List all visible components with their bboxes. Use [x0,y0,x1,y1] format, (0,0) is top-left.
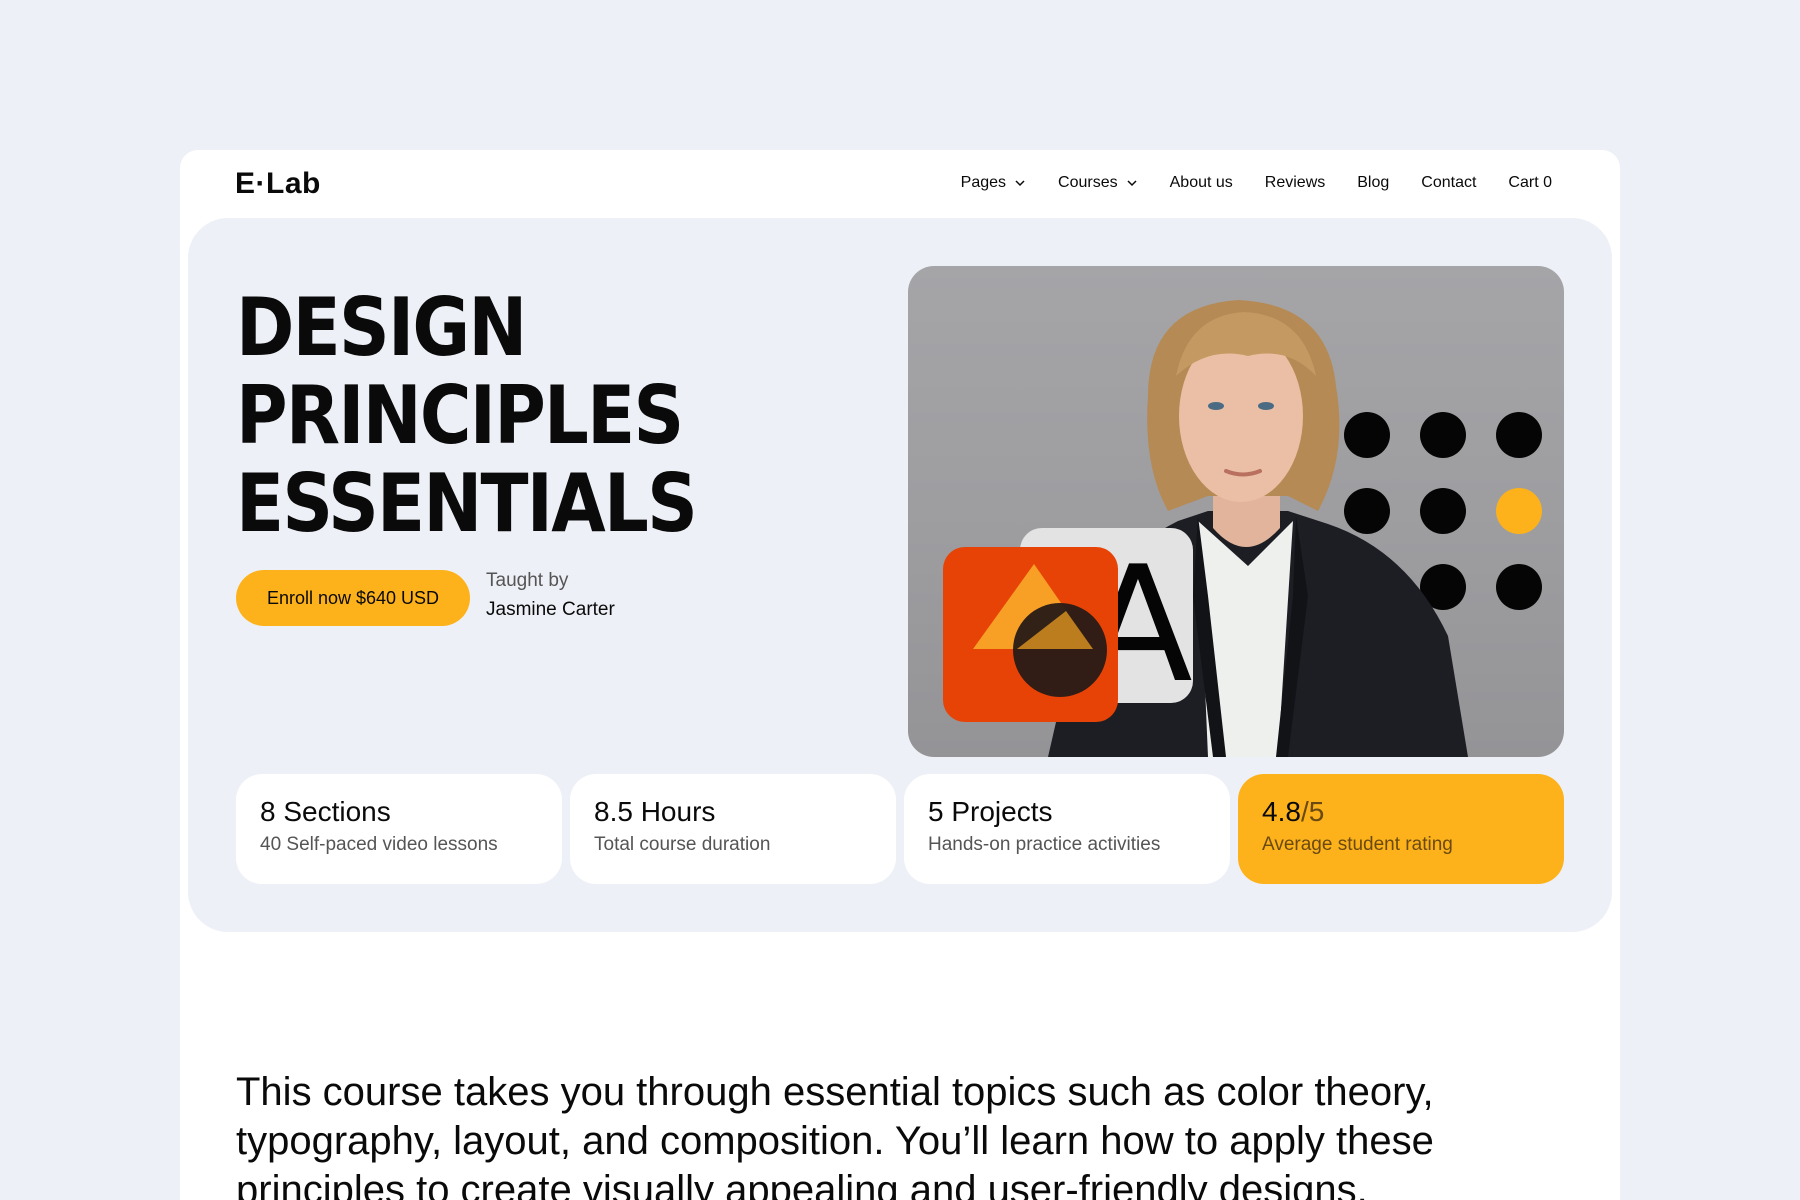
instructor-name: Jasmine Carter [486,599,615,620]
rating-scale: /5 [1300,796,1325,827]
hero-section: DESIGN PRINCIPLES ESSENTIALS Enroll now … [188,218,1612,932]
stat-card-rating: 4.8/5 Average student rating [1238,774,1564,884]
chevron-down-icon [1015,180,1025,187]
course-description: This course takes you through essential … [236,1070,1434,1200]
hero-image: A [908,266,1564,757]
course-title-line: PRINCIPLES [236,369,684,462]
stat-card-sections: 8 Sections 40 Self-paced video lessons [236,774,562,884]
nav-item-blog[interactable]: Blog [1357,174,1389,192]
stat-title: 8 Sections [260,796,391,827]
course-stats: 8 Sections 40 Self-paced video lessons 8… [236,774,1564,884]
logo[interactable]: E·Lab [235,167,321,201]
rating-score: 4.8 [1262,796,1301,827]
nav-item-label: Courses [1058,174,1118,191]
nav-item-courses[interactable]: Courses [1058,174,1138,192]
nav-item-about[interactable]: About us [1170,174,1233,192]
stat-title: 8.5 Hours [594,796,716,827]
nav-menu: Pages Courses About us Reviews Blog Cont… [961,174,1552,192]
nav-item-cart[interactable]: Cart 0 [1508,174,1552,192]
stat-subtitle: Total course duration [594,834,771,855]
taught-by-label: Taught by [486,570,569,591]
course-title: DESIGN PRINCIPLES ESSENTIALS [236,281,698,550]
course-title-line: DESIGN [236,281,527,374]
page-card: E·Lab Pages Courses About us Reviews Blo… [180,150,1620,1200]
nav-item-reviews[interactable]: Reviews [1265,174,1325,192]
shapes-tile [943,547,1118,722]
rating-value: 4.8/5 [1262,796,1540,828]
stat-subtitle: 40 Self-paced video lessons [260,834,498,855]
enroll-button[interactable]: Enroll now $640 USD [236,570,470,626]
stat-subtitle: Average student rating [1262,834,1453,855]
stat-card-projects: 5 Projects Hands-on practice activities [904,774,1230,884]
instructor-block: Taught by Jasmine Carter [486,570,615,621]
top-nav: E·Lab Pages Courses About us Reviews Blo… [180,150,1620,218]
stat-title: 5 Projects [928,796,1053,827]
nav-item-contact[interactable]: Contact [1421,174,1476,192]
stat-subtitle: Hands-on practice activities [928,834,1161,855]
chevron-down-icon [1127,180,1137,187]
nav-item-pages[interactable]: Pages [961,174,1026,192]
stat-card-hours: 8.5 Hours Total course duration [570,774,896,884]
course-title-line: ESSENTIALS [236,457,698,550]
nav-item-label: Pages [960,174,1007,191]
